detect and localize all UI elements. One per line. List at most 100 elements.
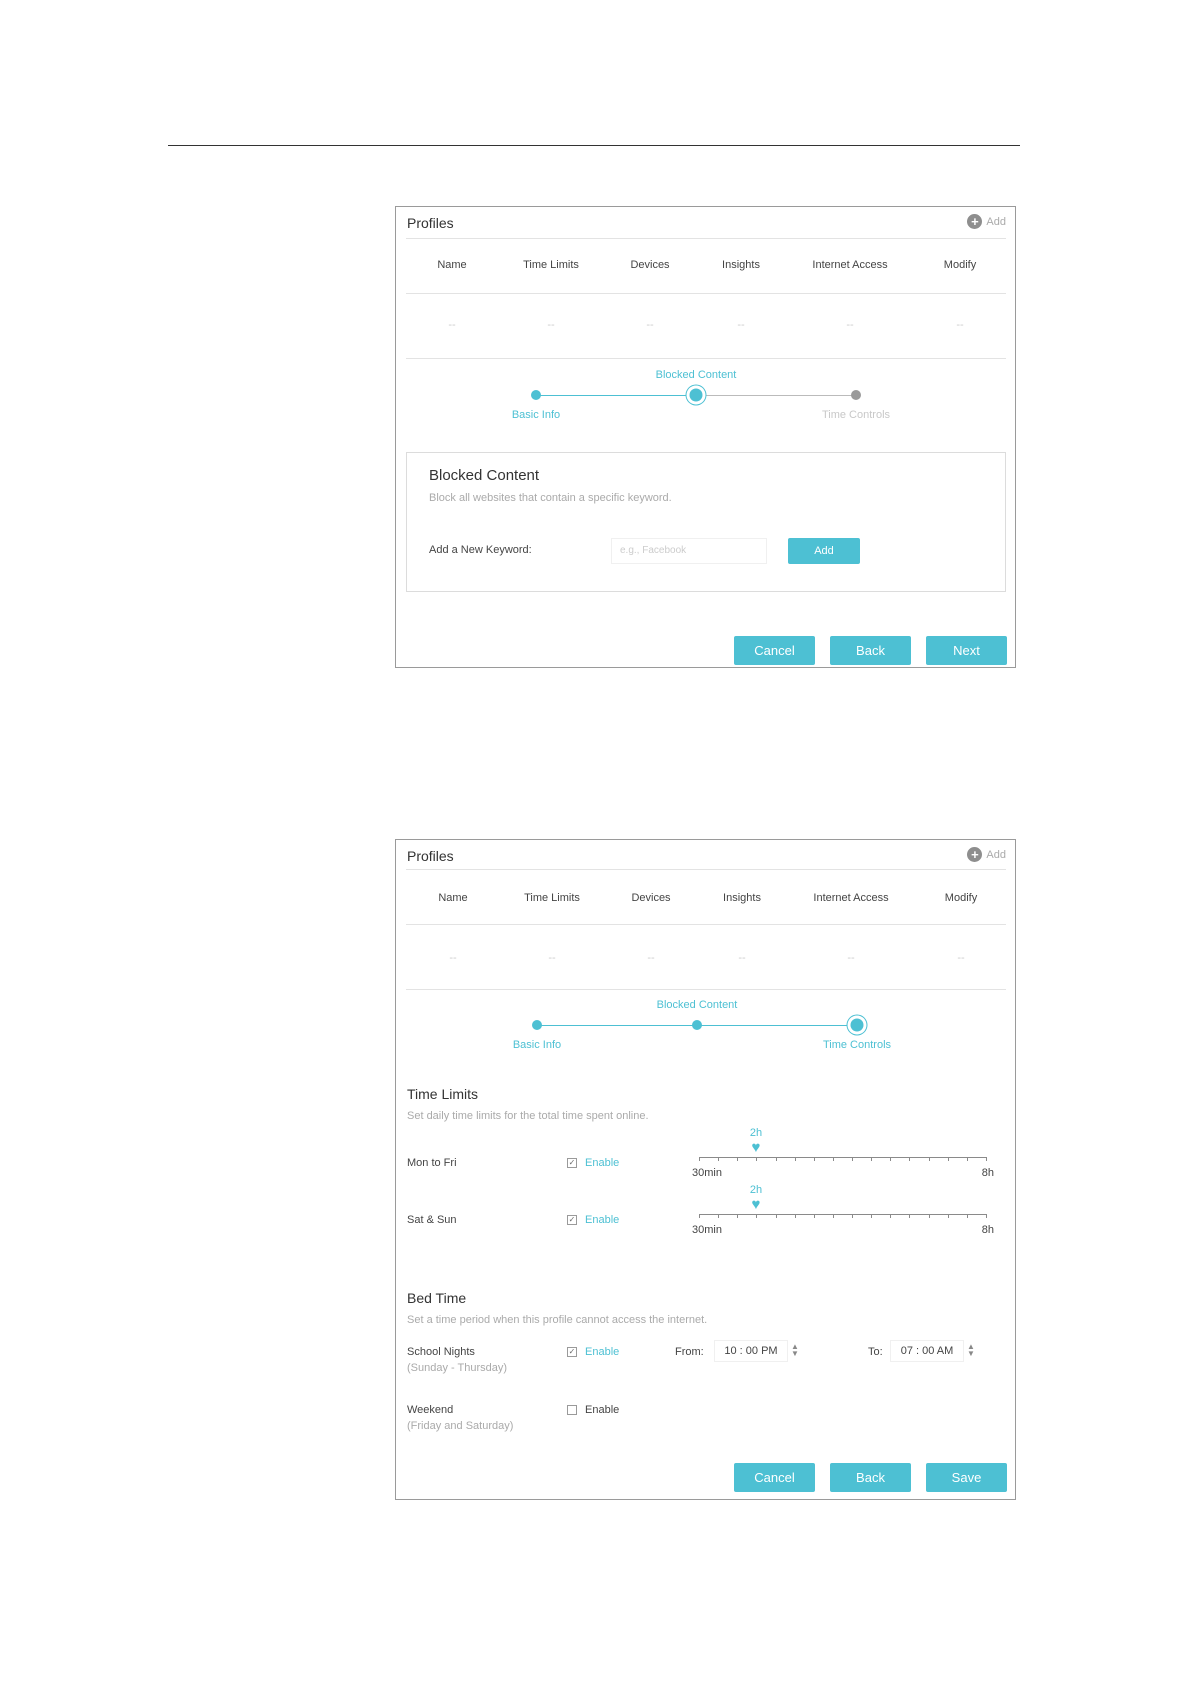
slider-tick bbox=[909, 1214, 910, 1218]
slider-tick bbox=[852, 1214, 853, 1218]
wizard-stepper: Blocked Content Basic Info Time Controls bbox=[396, 369, 1015, 437]
weekend-label: Weekend bbox=[407, 1404, 454, 1416]
slider-tick bbox=[795, 1157, 796, 1161]
step-label-blocked-content: Blocked Content bbox=[656, 999, 738, 1011]
step-blocked-content-dot[interactable] bbox=[689, 388, 703, 402]
step-time-controls-dot[interactable] bbox=[850, 1018, 864, 1032]
add-label: Add bbox=[986, 215, 1006, 228]
slider-tick bbox=[948, 1214, 949, 1218]
column-header-modify: Modify bbox=[943, 259, 977, 271]
sat-sun-enable-checkbox[interactable]: ✓ Enable bbox=[567, 1214, 619, 1226]
slider-tick bbox=[718, 1157, 719, 1161]
table-cell: -- bbox=[737, 319, 745, 331]
school-nights-sublabel: (Sunday - Thursday) bbox=[407, 1362, 508, 1374]
slider-tick bbox=[756, 1157, 757, 1161]
add-label: Add bbox=[986, 848, 1006, 861]
slider-tick bbox=[833, 1214, 834, 1218]
step-time-controls-dot[interactable] bbox=[851, 390, 861, 400]
slider-track bbox=[699, 1214, 986, 1215]
step-label-blocked-content: Blocked Content bbox=[655, 369, 737, 381]
slider-value-label: 2h bbox=[749, 1127, 763, 1139]
slider-tick bbox=[890, 1157, 891, 1161]
page-header-rule bbox=[168, 145, 1020, 146]
table-cell: -- bbox=[738, 952, 746, 964]
slider-tick bbox=[852, 1157, 853, 1161]
slider-tick bbox=[948, 1157, 949, 1161]
bed-time-description: Set a time period when this profile cann… bbox=[407, 1314, 708, 1326]
divider bbox=[406, 869, 1006, 870]
slider-tick bbox=[967, 1157, 968, 1161]
table-cell: -- bbox=[957, 952, 965, 964]
slider-tick bbox=[986, 1214, 987, 1218]
step-label-basic-info: Basic Info bbox=[511, 409, 561, 421]
wizard-stepper: Blocked Content Basic Info Time Controls bbox=[396, 999, 1015, 1067]
slider-tick bbox=[699, 1157, 700, 1161]
add-profile-button[interactable]: + Add bbox=[967, 214, 1006, 229]
keyword-label: Add a New Keyword: bbox=[429, 544, 532, 556]
table-cell: -- bbox=[956, 319, 964, 331]
slider-tick bbox=[871, 1157, 872, 1161]
enable-label: Enable bbox=[585, 1214, 620, 1226]
slider-max-label: 8h bbox=[981, 1224, 994, 1236]
step-connector bbox=[696, 395, 856, 396]
slider-tick bbox=[929, 1214, 930, 1218]
slider-tick bbox=[737, 1214, 738, 1218]
step-label-time-controls: Time Controls bbox=[822, 1039, 892, 1051]
from-time-field[interactable]: 10 : 00 PM bbox=[714, 1340, 788, 1362]
from-label: From: bbox=[675, 1346, 704, 1358]
mon-to-fri-enable-checkbox[interactable]: ✓ Enable bbox=[567, 1157, 619, 1169]
time-limits-title: Time Limits bbox=[407, 1086, 479, 1102]
plus-circle-icon: + bbox=[967, 214, 983, 229]
column-header-devices: Devices bbox=[630, 259, 670, 271]
slider-tick bbox=[929, 1157, 930, 1161]
bed-time-title: Bed Time bbox=[407, 1290, 467, 1306]
enable-label: Enable bbox=[585, 1157, 620, 1169]
step-label-time-controls: Time Controls bbox=[821, 409, 891, 421]
next-button[interactable]: Next bbox=[926, 636, 1007, 665]
column-header-internet-access: Internet Access bbox=[813, 892, 889, 904]
slider-tick bbox=[871, 1214, 872, 1218]
slider-tick bbox=[814, 1157, 815, 1161]
divider bbox=[406, 924, 1006, 925]
keyword-input[interactable]: e.g., Facebook bbox=[611, 538, 767, 564]
profiles-panel-time-controls: Profiles + Add Name Time Limits Devices … bbox=[395, 839, 1016, 1500]
slider-min-label: 30min bbox=[692, 1167, 722, 1179]
slider-handle-icon[interactable]: ♥ bbox=[752, 1140, 761, 1155]
from-time-spinner-icon[interactable]: ▲ ▼ bbox=[790, 1343, 800, 1358]
divider bbox=[406, 989, 1006, 990]
column-header-name: Name bbox=[437, 259, 467, 271]
column-header-time-limits: Time Limits bbox=[524, 892, 580, 904]
divider bbox=[406, 293, 1006, 294]
slider-tick bbox=[833, 1157, 834, 1161]
mon-to-fri-slider[interactable]: 2h ♥ 30min 8h bbox=[692, 1127, 994, 1187]
step-basic-info-dot[interactable] bbox=[531, 390, 541, 400]
slider-tick bbox=[718, 1214, 719, 1218]
column-header-modify: Modify bbox=[944, 892, 978, 904]
checkbox-checked-icon: ✓ bbox=[567, 1158, 577, 1168]
sat-sun-label: Sat & Sun bbox=[407, 1214, 457, 1226]
to-time-field[interactable]: 07 : 00 AM bbox=[890, 1340, 964, 1362]
weekend-enable-checkbox[interactable]: Enable bbox=[567, 1404, 619, 1416]
back-button[interactable]: Back bbox=[830, 636, 911, 665]
to-time-spinner-icon[interactable]: ▲ ▼ bbox=[966, 1343, 976, 1358]
add-profile-button[interactable]: + Add bbox=[967, 847, 1006, 862]
add-keyword-button[interactable]: Add bbox=[788, 538, 860, 564]
table-cell: -- bbox=[449, 952, 457, 964]
mon-to-fri-label: Mon to Fri bbox=[407, 1157, 457, 1169]
checkbox-checked-icon: ✓ bbox=[567, 1215, 577, 1225]
slider-tick bbox=[737, 1157, 738, 1161]
save-button[interactable]: Save bbox=[926, 1463, 1007, 1492]
slider-handle-icon[interactable]: ♥ bbox=[752, 1197, 761, 1212]
cancel-button[interactable]: Cancel bbox=[734, 1463, 815, 1492]
step-blocked-content-dot[interactable] bbox=[692, 1020, 702, 1030]
school-nights-label: School Nights bbox=[407, 1346, 475, 1358]
divider bbox=[406, 358, 1006, 359]
school-nights-enable-checkbox[interactable]: ✓ Enable bbox=[567, 1346, 619, 1358]
slider-track bbox=[699, 1157, 986, 1158]
slider-tick bbox=[986, 1157, 987, 1161]
sat-sun-slider[interactable]: 2h ♥ 30min 8h bbox=[692, 1184, 994, 1244]
slider-tick bbox=[776, 1214, 777, 1218]
back-button[interactable]: Back bbox=[830, 1463, 911, 1492]
step-basic-info-dot[interactable] bbox=[532, 1020, 542, 1030]
cancel-button[interactable]: Cancel bbox=[734, 636, 815, 665]
